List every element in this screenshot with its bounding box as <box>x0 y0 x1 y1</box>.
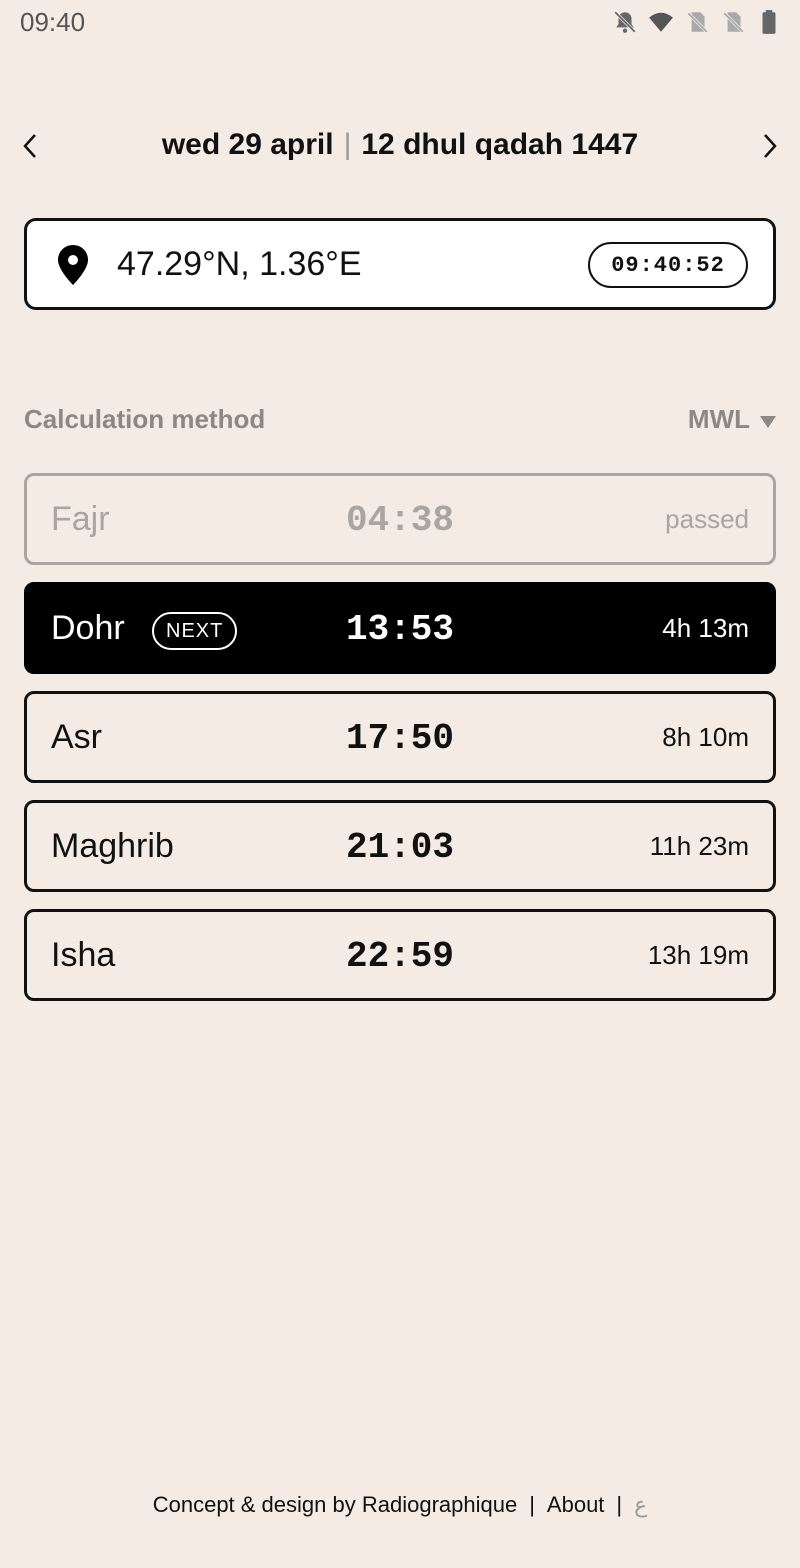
prayer-time: 13:53 <box>345 609 455 650</box>
prayer-card-dohr: Dohr NEXT 13:53 4h 13m <box>24 582 776 674</box>
location-pin-icon <box>55 244 91 286</box>
wifi-icon <box>648 9 674 35</box>
arabic-language-toggle[interactable]: ع <box>634 1493 647 1518</box>
coordinates: 47.29°N, 1.36°E <box>117 245 362 283</box>
hijri-date: 12 dhul qadah 1447 <box>361 128 639 161</box>
sim-off-icon <box>684 9 710 35</box>
status-bar: 09:40 <box>0 0 800 46</box>
credit-link[interactable]: Concept & design by Radiographique <box>153 1492 517 1517</box>
prayer-status: passed <box>665 504 749 534</box>
status-icons <box>612 9 782 35</box>
calculation-method-label: Calculation method <box>24 404 266 434</box>
current-time-clock: 09:40:52 <box>588 242 748 288</box>
sim-off-icon <box>720 9 746 35</box>
prayer-remaining: 8h 10m <box>662 722 749 752</box>
gregorian-date: wed 29 april <box>161 128 334 161</box>
prayer-card-maghrib: Maghrib 21:03 11h 23m <box>24 800 776 892</box>
prayer-card-isha: Isha 22:59 13h 19m <box>24 909 776 1001</box>
prayer-card-asr: Asr 17:50 8h 10m <box>24 691 776 783</box>
date-title: wed 29 april | 12 dhul qadah 1447 <box>80 128 720 162</box>
footer-separator: | <box>616 1492 623 1517</box>
bell-off-icon <box>612 9 638 35</box>
date-navigation: wed 29 april | 12 dhul qadah 1447 <box>0 120 800 172</box>
prayer-time: 17:50 <box>345 718 455 759</box>
chevron-right-icon <box>764 134 777 158</box>
caret-down-icon <box>760 415 776 428</box>
prayer-remaining: 13h 19m <box>647 940 749 970</box>
prayer-remaining: 4h 13m <box>662 613 749 643</box>
chevron-left-icon <box>23 134 36 158</box>
footer: Concept & design by Radiographique | About… <box>0 1492 800 1518</box>
next-day-button[interactable] <box>752 128 788 164</box>
date-separator: | <box>343 128 352 161</box>
calculation-method-select[interactable]: MWL <box>688 404 776 435</box>
status-time: 09:40 <box>20 7 86 37</box>
location-card[interactable]: 47.29°N, 1.36°E 09:40:52 <box>24 218 776 310</box>
calculation-method-value: MWL <box>687 404 750 434</box>
previous-day-button[interactable] <box>12 128 48 164</box>
calculation-method-row: Calculation method MWL <box>24 402 776 438</box>
prayer-remaining: 11h 23m <box>649 831 749 861</box>
battery-icon <box>756 9 782 35</box>
prayer-time: 04:38 <box>345 500 455 541</box>
prayer-times-screen: 09:40 wed 29 april | 12 dhul qadah 1447 <box>0 0 800 1568</box>
footer-separator: | <box>529 1492 535 1517</box>
about-link[interactable]: About <box>547 1492 605 1517</box>
prayer-card-fajr: Fajr 04:38 passed <box>24 473 776 565</box>
